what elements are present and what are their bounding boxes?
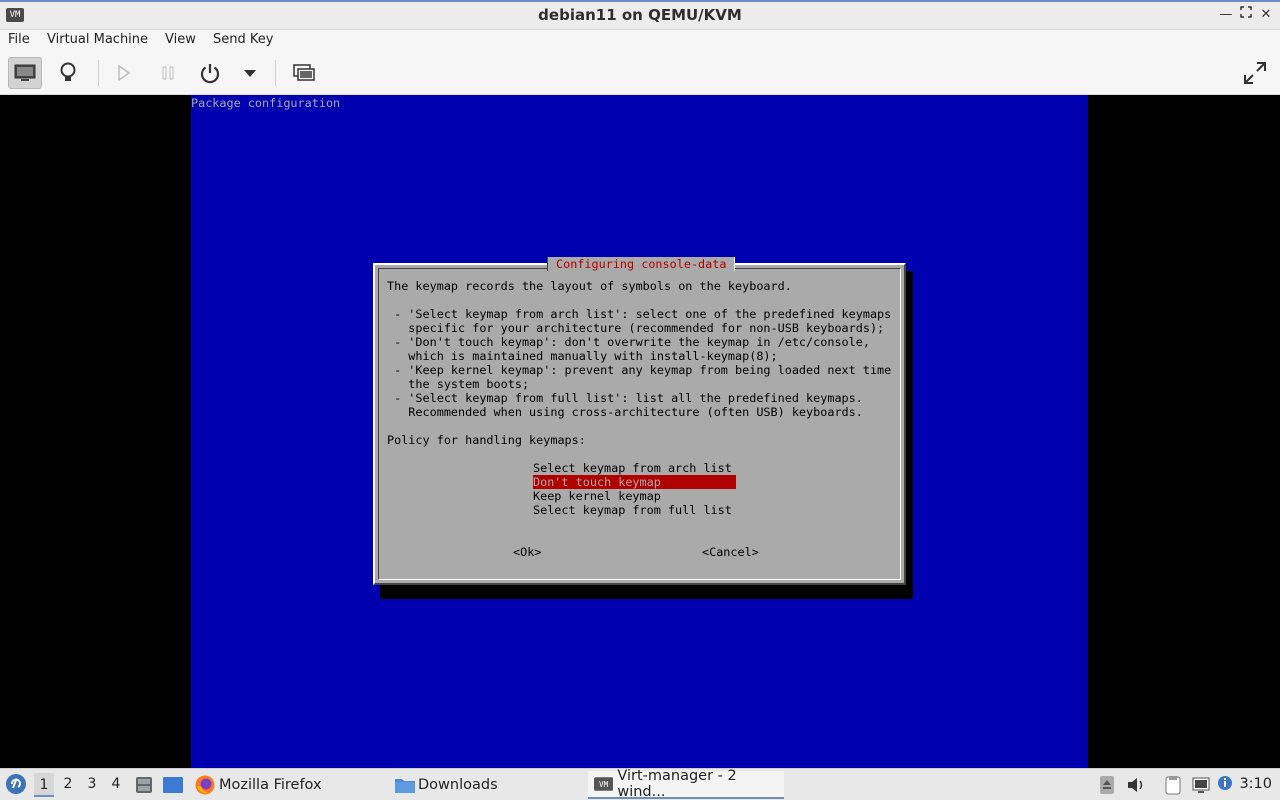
workspace-1[interactable]: 1	[34, 773, 54, 797]
close-button[interactable]: ✕	[1257, 6, 1275, 24]
task-label: Virt-manager - 2 wind...	[617, 768, 737, 800]
dialog-line: the system boots;	[387, 377, 530, 391]
shutdown-button[interactable]	[193, 57, 227, 89]
fullscreen-icon	[1244, 62, 1266, 84]
dialog-line: - 'Don't touch keymap': don't overwrite …	[387, 335, 870, 349]
menu-bar: File Virtual Machine View Send Key	[0, 30, 1280, 52]
file-cabinet-icon	[136, 777, 152, 793]
dialog-title: Configuring console-data	[547, 257, 736, 271]
pause-icon	[162, 66, 174, 80]
console-button[interactable]	[8, 57, 42, 89]
clock[interactable]: 3:10	[1239, 776, 1272, 792]
workspace-2[interactable]: 2	[58, 776, 78, 792]
task-downloads[interactable]: Downloads	[394, 771, 579, 799]
dialog-line: - 'Select keymap from arch list': select…	[387, 307, 892, 321]
tray-clipboard[interactable]	[1163, 775, 1183, 799]
desktop-launcher[interactable]	[162, 775, 184, 799]
file-manager-launcher[interactable]	[134, 775, 154, 799]
network-icon	[1192, 777, 1210, 793]
maximize-button[interactable]	[1237, 6, 1255, 24]
dialog-line: which is maintained manually with instal…	[387, 349, 778, 363]
taskbar: 1 2 3 4 Mozilla Firefox Downloads VM Vir…	[0, 768, 1280, 800]
chevron-down-icon	[244, 70, 256, 77]
menu-file[interactable]: File	[8, 32, 30, 47]
task-label: Mozilla Firefox	[219, 777, 322, 793]
pause-button[interactable]	[151, 57, 185, 89]
cancel-button[interactable]: <Cancel>	[702, 545, 759, 559]
workspace-4[interactable]: 4	[106, 776, 126, 792]
info-icon	[1218, 776, 1232, 790]
clipboard-icon	[1165, 776, 1181, 795]
eject-icon	[1100, 776, 1114, 794]
option-keep-kernel-keymap[interactable]: Keep kernel keymap	[533, 489, 661, 503]
volume-icon	[1128, 778, 1143, 792]
menu-view[interactable]: View	[165, 32, 196, 47]
toolbar	[0, 52, 1280, 95]
maximize-icon	[1240, 6, 1252, 18]
tray-updates[interactable]	[1217, 775, 1237, 799]
option-dont-touch-keymap[interactable]: Don't touch keymap	[533, 475, 736, 489]
details-button[interactable]	[51, 57, 85, 89]
run-button[interactable]	[107, 57, 141, 89]
dialog-line: Recommended when using cross-architectur…	[387, 405, 863, 419]
minimize-button[interactable]: —	[1217, 6, 1235, 24]
play-icon	[118, 65, 131, 81]
snapshots-button[interactable]	[287, 57, 321, 89]
ok-button[interactable]: <Ok>	[513, 545, 541, 559]
dialog-line: - 'Select keymap from full list': list a…	[387, 391, 863, 405]
fullscreen-button[interactable]	[1238, 57, 1272, 89]
desktop-icon	[163, 777, 183, 793]
start-menu-button[interactable]	[5, 773, 27, 799]
folder-icon	[395, 779, 415, 793]
tray-storage[interactable]	[1099, 775, 1115, 799]
dialog-shadow	[906, 271, 913, 599]
dialog-prompt: Policy for handling keymaps:	[387, 433, 586, 447]
svg-text:VM: VM	[599, 780, 609, 789]
shutdown-menu-button[interactable]	[233, 57, 267, 89]
snapshots-icon	[293, 64, 315, 81]
menu-virtual-machine[interactable]: Virtual Machine	[47, 32, 148, 47]
lightbulb-icon	[60, 62, 76, 81]
dialog-line: The keymap records the layout of symbols…	[387, 279, 792, 293]
toolbar-separator	[275, 60, 276, 86]
virt-manager-icon: VM	[594, 777, 614, 791]
task-virt-manager[interactable]: VM Virt-manager - 2 wind...	[588, 768, 784, 800]
debian-logo-icon	[6, 774, 26, 794]
vm-display[interactable]: Package configuration Configuring consol…	[0, 95, 1280, 768]
toolbar-separator	[98, 60, 99, 86]
menu-send-key[interactable]: Send Key	[213, 32, 273, 47]
dialog-line: specific for your architecture (recommen…	[387, 321, 885, 335]
tray-network[interactable]	[1191, 775, 1211, 799]
task-label: Downloads	[418, 777, 498, 793]
firefox-icon	[195, 775, 215, 795]
dialog-line: - 'Keep kernel keymap': prevent any keym…	[387, 363, 892, 377]
dialog-shadow	[380, 585, 912, 599]
window-titlebar[interactable]: VM debian11 on QEMU/KVM — ✕	[0, 0, 1280, 30]
power-icon	[200, 64, 220, 84]
task-firefox[interactable]: Mozilla Firefox	[194, 771, 384, 799]
tray-volume[interactable]	[1126, 775, 1146, 799]
workspace-3[interactable]: 3	[82, 776, 102, 792]
vm-screen[interactable]: Package configuration Configuring consol…	[191, 95, 1088, 768]
option-select-full-list[interactable]: Select keymap from full list	[533, 503, 732, 517]
option-select-arch-list[interactable]: Select keymap from arch list	[533, 461, 732, 475]
package-configuration-header: Package configuration	[191, 96, 341, 110]
config-dialog: Configuring console-data The keymap reco…	[373, 257, 906, 585]
window-title: debian11 on QEMU/KVM	[538, 6, 742, 24]
monitor-icon	[14, 64, 36, 81]
